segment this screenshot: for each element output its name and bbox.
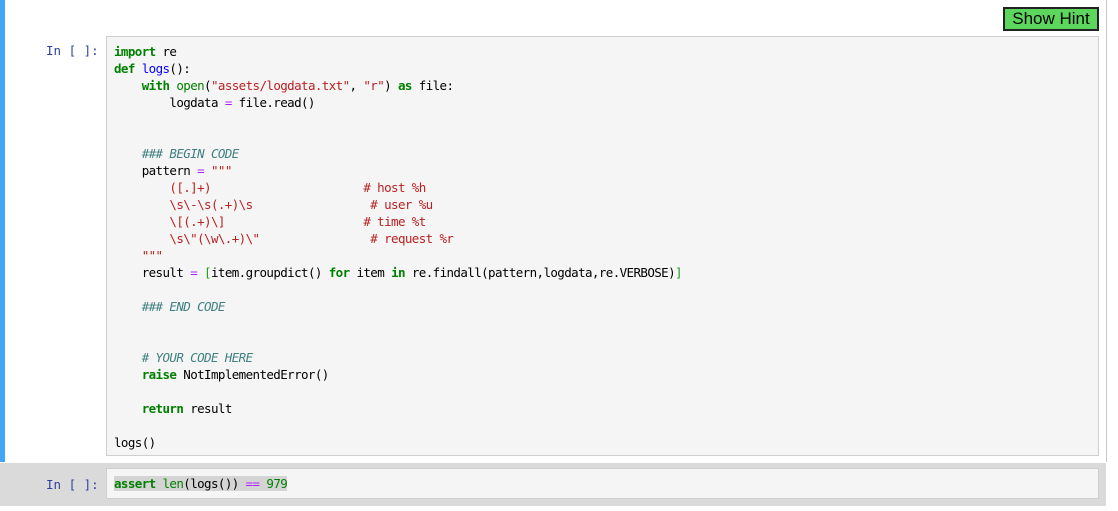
string: """ xyxy=(141,248,163,263)
code-token: ) xyxy=(384,78,398,93)
keyword: assert xyxy=(114,476,156,491)
comment: ### BEGIN CODE xyxy=(141,146,240,161)
code-token: item.groupdict() xyxy=(210,265,329,280)
code-token: item xyxy=(349,265,392,280)
code-token: logs() xyxy=(114,435,156,450)
code-text[interactable]: assert len(logs()) == 979 xyxy=(114,475,288,492)
string: \s\"(\w\.+)\" # request %r xyxy=(141,231,454,246)
code-token: file.read() xyxy=(231,95,316,110)
bracket: ] xyxy=(675,265,683,280)
keyword: for xyxy=(328,265,350,280)
input-prompt: In [ ]: xyxy=(46,43,99,58)
code-token: NotImplementedError() xyxy=(176,367,329,382)
code-token: re xyxy=(155,44,177,59)
string: \s\-\s(.+)\s # user %u xyxy=(141,197,433,212)
code-token: file: xyxy=(411,78,454,93)
code-editor[interactable]: import re def logs(): with open("assets/… xyxy=(106,36,1099,456)
code-cell-1[interactable]: In [ ]: import re def logs(): with open(… xyxy=(0,0,1107,462)
function-name: logs xyxy=(141,61,170,76)
string: "r" xyxy=(363,78,385,93)
keyword: raise xyxy=(141,367,177,382)
code-token: (logs()) xyxy=(183,476,246,491)
number: 979 xyxy=(259,476,288,491)
operator: = xyxy=(224,95,233,110)
bracket: [ xyxy=(197,265,212,280)
code-editor[interactable]: assert len(logs()) == 979 xyxy=(106,468,1099,499)
code-token: result xyxy=(141,265,191,280)
code-token: (): xyxy=(169,61,191,76)
code-token: logdata xyxy=(169,95,225,110)
builtin: len xyxy=(162,476,184,491)
string: "assets/logdata.txt" xyxy=(210,78,350,93)
code-token: , xyxy=(349,78,364,93)
operator: == xyxy=(245,476,260,491)
operator: = xyxy=(197,163,205,178)
code-text[interactable]: import re def logs(): with open("assets/… xyxy=(114,43,683,451)
keyword: return xyxy=(141,401,184,416)
comment: # YOUR CODE HERE xyxy=(141,350,253,365)
code-token: result xyxy=(183,401,232,416)
keyword: in xyxy=(391,265,405,280)
keyword: as xyxy=(398,78,412,93)
comment: ### END CODE xyxy=(141,299,226,314)
string: \[(.+)\] # time %t xyxy=(141,214,426,229)
highlighted-code: assert len(logs()) == 979 xyxy=(114,476,288,491)
code-token: ( xyxy=(204,78,212,93)
keyword: import xyxy=(114,44,156,59)
show-hint-button[interactable]: Show Hint xyxy=(1003,7,1099,31)
code-token: pattern xyxy=(141,163,198,178)
keyword: with xyxy=(141,78,170,93)
keyword: def xyxy=(114,61,135,76)
selected-cell-indicator xyxy=(0,0,5,462)
builtin: open xyxy=(176,78,205,93)
string: """ xyxy=(204,163,232,178)
string: ([.]+) # host %h xyxy=(141,180,426,195)
code-token: re.findall(pattern,logdata,re.VERBOSE) xyxy=(404,265,676,280)
input-prompt: In [ ]: xyxy=(46,477,99,492)
